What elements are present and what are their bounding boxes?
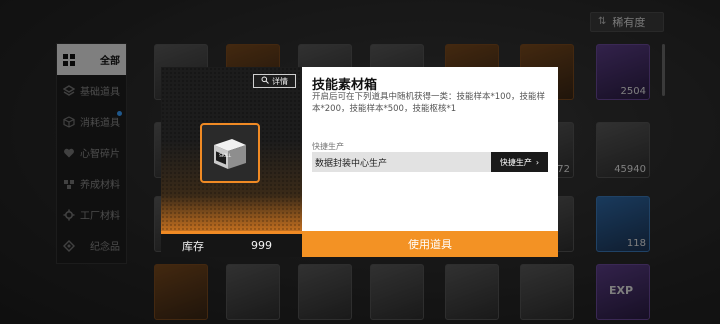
detail-label: 详情 <box>272 76 288 86</box>
stock-value: 999 <box>251 239 272 252</box>
chevron-right-icon: › <box>535 157 540 167</box>
search-icon <box>261 76 269 86</box>
stock-bar: 库存 999 <box>161 231 302 257</box>
quick-produce-row: 数据封装中心生产 快捷生产 › <box>312 152 548 172</box>
use-item-button[interactable]: 使用道具 <box>302 231 558 257</box>
quick-produce-label: 快捷生产 <box>312 142 344 151</box>
item-icon-frame: SKILL <box>200 123 260 183</box>
detail-button[interactable]: 详情 <box>253 74 296 88</box>
production-place: 数据封装中心生产 <box>315 158 388 169</box>
stock-label: 库存 <box>182 239 204 253</box>
quick-produce-button[interactable]: 快捷生产 › <box>491 152 548 172</box>
skill-box-icon: SKILL <box>214 139 246 169</box>
item-detail-panel: 技能素材箱 开启后可在下列道具中随机获得一类：技能样本*100，技能样本*200… <box>302 67 558 231</box>
quick-produce-button-label: 快捷生产 <box>499 157 532 167</box>
item-description: 开启后可在下列道具中随机获得一类：技能样本*100，技能样本*200，技能样本*… <box>312 92 545 114</box>
use-item-label: 使用道具 <box>408 238 452 251</box>
box-label: SKILL <box>219 153 232 159</box>
